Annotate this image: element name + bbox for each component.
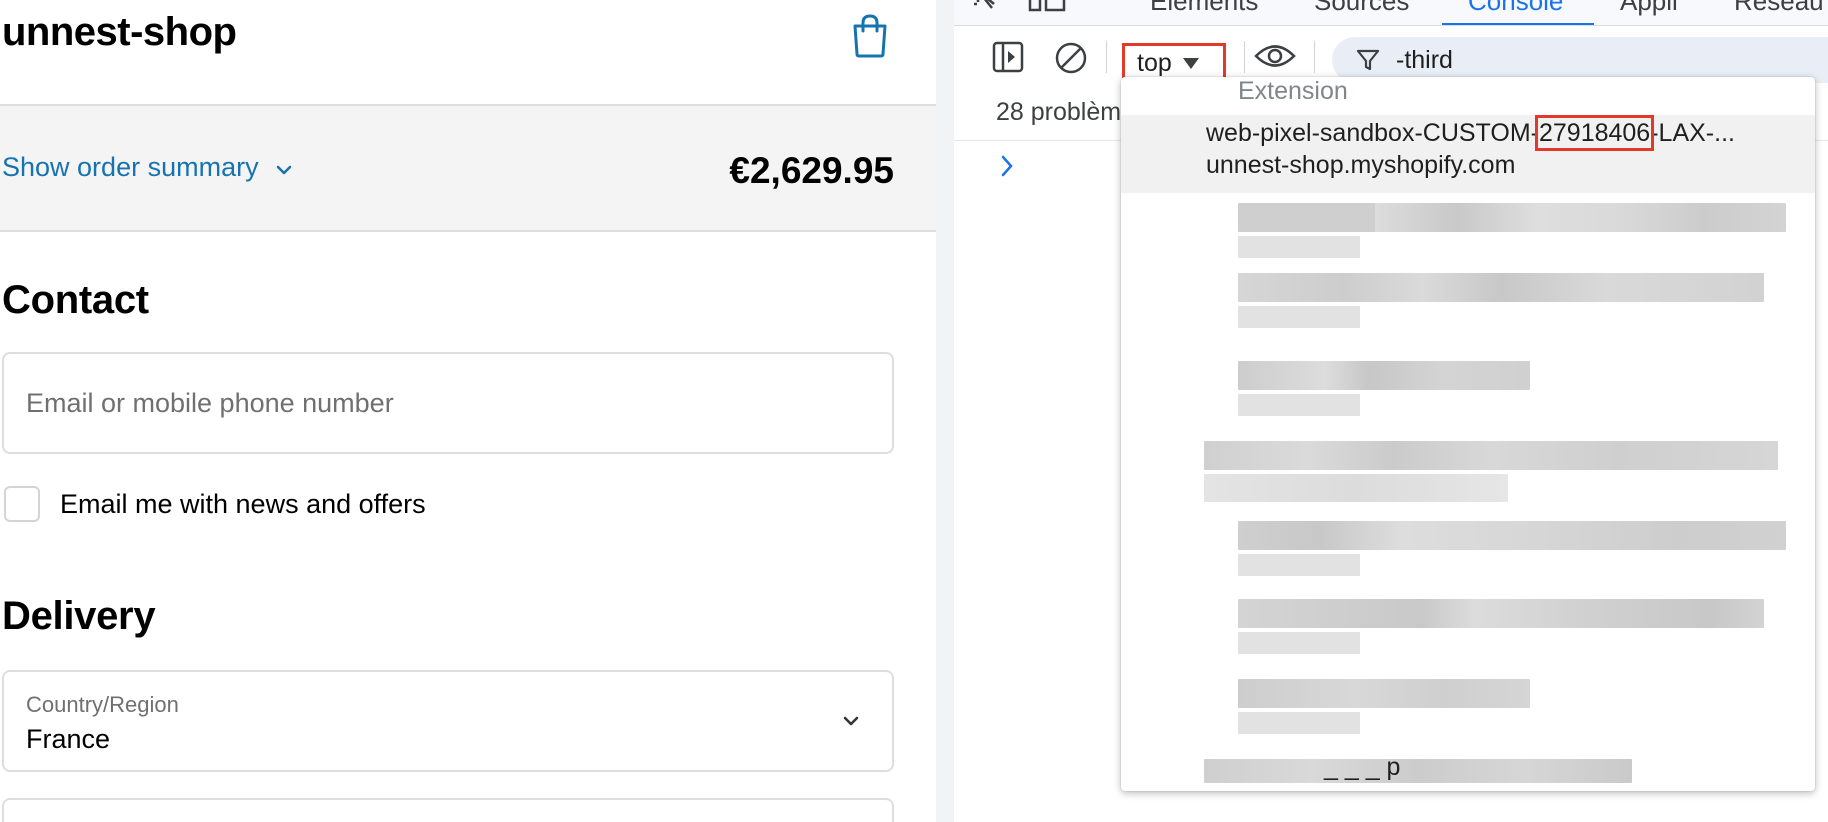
delivery-heading: Delivery (2, 594, 156, 638)
context-id-prefix: web-pixel-sandbox-CUSTOM- (1206, 119, 1539, 147)
redacted-context-option[interactable] (1238, 203, 1786, 259)
context-option-title: web-pixel-sandbox-CUSTOM-27918406-LAX-..… (1206, 115, 1735, 151)
active-tab-indicator (1442, 23, 1594, 25)
context-id-suffix: -LAX-... (1650, 119, 1735, 147)
order-total: €2,629.95 (729, 150, 894, 191)
redacted-context-option[interactable] (1238, 273, 1764, 329)
devtools-tab-strip: Elements Sources Console Appli Réseau (954, 0, 1828, 26)
redacted-context-option[interactable] (1204, 441, 1778, 502)
context-option-web-pixel-sandbox[interactable]: web-pixel-sandbox-CUSTOM-27918406-LAX-..… (1121, 115, 1815, 193)
email-field[interactable] (2, 352, 894, 454)
chevron-down-icon (843, 716, 859, 726)
device-toolbar-icon[interactable] (1028, 0, 1068, 18)
next-field[interactable] (2, 798, 894, 822)
newsletter-label[interactable]: Email me with news and offers (60, 489, 426, 520)
filter-funnel-icon (1356, 49, 1380, 71)
cart-icon[interactable] (850, 14, 890, 58)
context-selector-value: top (1137, 48, 1172, 77)
summary-toggle-label: Show order summary (2, 152, 259, 182)
show-order-summary-toggle[interactable]: Show order summary (2, 152, 295, 183)
redacted-context-option[interactable]: _ _ _ p (1204, 753, 1632, 789)
dropdown-group-label: Extension (1238, 77, 1348, 105)
sidebar-toggle-icon[interactable] (992, 41, 1026, 73)
redacted-option-fragment: _ _ _ p (1324, 753, 1401, 781)
context-option-origin: unnest-shop.myshopify.com (1206, 151, 1516, 179)
country-select[interactable]: Country/Region France (2, 670, 894, 772)
toolbar-separator (1106, 41, 1107, 73)
tab-sources[interactable]: Sources (1314, 0, 1409, 17)
tab-application[interactable]: Appli (1620, 0, 1678, 17)
tab-elements[interactable]: Elements (1150, 0, 1258, 17)
redacted-context-option[interactable] (1238, 679, 1530, 735)
console-prompt-chevron-icon[interactable] (1000, 154, 1014, 178)
toolbar-separator (1314, 41, 1315, 73)
order-summary-bar: Show order summary €2,629.95 (0, 104, 936, 232)
devtools-panel: Elements Sources Console Appli Réseau to… (936, 0, 1828, 822)
contact-heading: Contact (2, 278, 149, 322)
redacted-context-option[interactable] (1238, 521, 1786, 577)
highlighted-pixel-id: 27918406 (1534, 115, 1655, 151)
checkout-page: unnest-shop Show order summary €2,629.95… (0, 0, 936, 822)
live-expression-eye-icon[interactable] (1254, 41, 1296, 71)
email-input[interactable] (26, 354, 876, 452)
redacted-context-option[interactable] (1238, 599, 1764, 655)
country-caption: Country/Region (26, 692, 179, 717)
inspect-element-icon[interactable] (974, 0, 1004, 18)
toolbar-separator (1244, 41, 1245, 73)
dropdown-triangle-icon (1182, 58, 1199, 69)
filter-input[interactable] (1396, 41, 1796, 79)
newsletter-checkbox[interactable] (4, 486, 40, 522)
tab-network[interactable]: Réseau (1734, 0, 1824, 17)
shop-name[interactable]: unnest-shop (2, 10, 237, 55)
context-dropdown: Extension web-pixel-sandbox-CUSTOM-27918… (1121, 77, 1815, 791)
clear-console-icon[interactable] (1054, 41, 1088, 75)
tab-console[interactable]: Console (1468, 0, 1563, 17)
country-value: France (26, 724, 111, 754)
chevron-down-icon (276, 165, 291, 174)
redacted-context-option[interactable] (1238, 361, 1530, 417)
